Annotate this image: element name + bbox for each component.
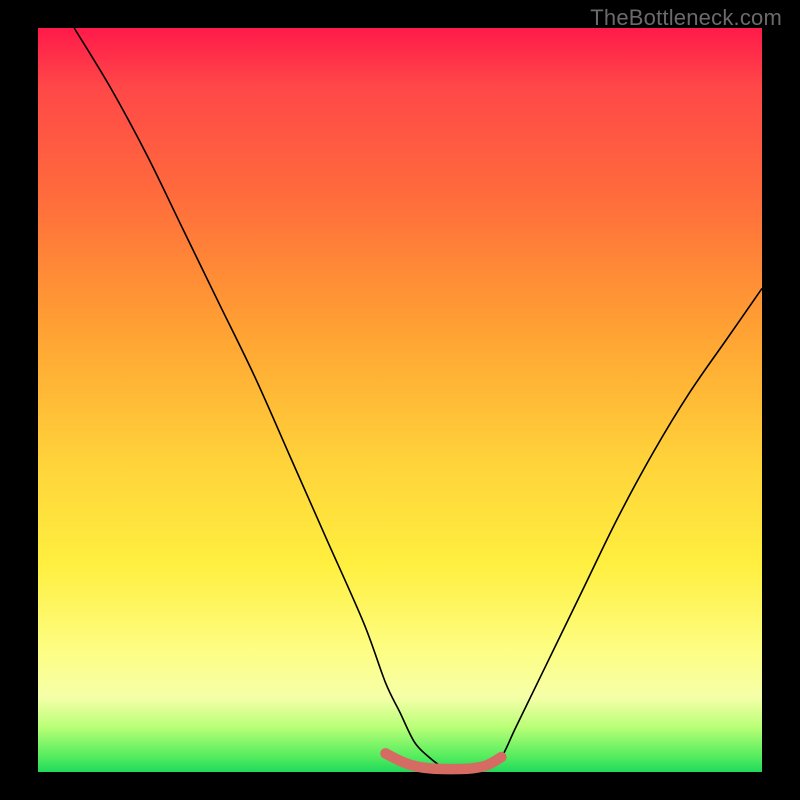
curve-right	[487, 288, 762, 768]
chart-frame: TheBottleneck.com	[0, 0, 800, 800]
curve-left	[74, 28, 443, 768]
plot-area	[38, 28, 762, 772]
optimal-zone-highlight	[386, 753, 502, 769]
curve-layer	[38, 28, 762, 772]
